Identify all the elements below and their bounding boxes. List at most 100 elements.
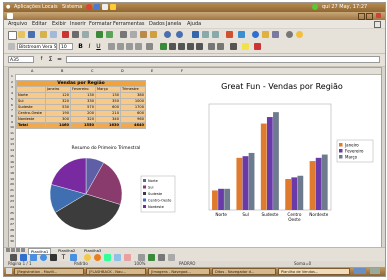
help-icon[interactable] (296, 31, 303, 38)
show-draw-functions-icon[interactable] (238, 31, 245, 38)
freeform-line-icon[interactable] (50, 254, 57, 261)
tab-planilha3[interactable]: Planilha3 (82, 248, 103, 253)
rectangle-tool-icon[interactable] (30, 254, 37, 261)
menu-system[interactable]: Sistema (62, 3, 82, 12)
menu-window[interactable]: Janela (166, 20, 181, 28)
styles-icon[interactable] (8, 43, 15, 50)
select-arrow-icon[interactable] (10, 254, 17, 261)
insert-chart-icon[interactable] (226, 31, 233, 38)
merge-cells-icon[interactable] (146, 43, 153, 50)
copy-icon[interactable] (130, 31, 137, 38)
column-letter[interactable]: A (31, 68, 33, 74)
sales-table[interactable]: Vendas por Região Janeiro Fevereiro Março T… (16, 80, 146, 129)
function-wizard-icon[interactable]: f (38, 56, 45, 63)
menu-view[interactable]: Exibir (52, 20, 66, 28)
decrease-indent-icon[interactable] (208, 43, 215, 50)
ellipse-tool-icon[interactable] (40, 254, 47, 261)
task-ditos[interactable]: Ditos - Navegador d... (212, 268, 276, 275)
symbol-shapes-icon[interactable] (94, 254, 101, 261)
formula-input[interactable] (66, 56, 380, 63)
previous-sheet-icon[interactable] (11, 248, 15, 252)
increase-indent-icon[interactable] (217, 43, 224, 50)
menu-applications[interactable]: Aplicações (14, 3, 41, 12)
column-letter[interactable]: F (181, 68, 183, 74)
justify-icon[interactable] (135, 43, 142, 50)
name-box[interactable]: A35 (8, 56, 34, 63)
paste-icon[interactable] (140, 31, 147, 38)
maximize-icon[interactable] (366, 13, 373, 20)
sort-descending-icon[interactable] (212, 31, 219, 38)
menu-places[interactable]: Locais (42, 3, 58, 12)
menu-help[interactable]: Ajuda (187, 20, 201, 28)
column-letter[interactable]: D (121, 68, 124, 74)
gallery-icon[interactable] (262, 31, 269, 38)
close-document-icon[interactable] (374, 21, 381, 28)
column-letter[interactable]: B (61, 68, 63, 74)
first-sheet-icon[interactable] (6, 248, 10, 252)
table-cell[interactable]: Total (16, 122, 46, 129)
italic-icon[interactable]: I (86, 43, 93, 50)
sort-ascending-icon[interactable] (202, 31, 209, 38)
menu-insert[interactable]: Inserir (70, 20, 86, 28)
basic-shapes-icon[interactable] (84, 254, 91, 261)
next-sheet-icon[interactable] (16, 248, 20, 252)
edit-file-icon[interactable] (50, 31, 57, 38)
underline-icon[interactable]: U (95, 43, 102, 50)
percent-format-icon[interactable] (169, 43, 176, 50)
task-registration[interactable]: [Registration - Mozill... (14, 268, 84, 275)
redo-icon[interactable] (176, 31, 183, 38)
menu-file[interactable]: Arquivo (8, 20, 27, 28)
data-sources-icon[interactable] (272, 31, 279, 38)
minimize-icon[interactable] (358, 13, 365, 20)
gnome-foot-icon[interactable]: ● (6, 3, 12, 12)
navigator-icon[interactable] (252, 31, 259, 38)
cut-icon[interactable] (120, 31, 127, 38)
menu-tools[interactable]: Ferramentas (113, 20, 145, 28)
spellcheck-icon[interactable] (96, 31, 103, 38)
line-tool-icon[interactable] (20, 254, 27, 261)
autospell-icon[interactable] (106, 31, 113, 38)
trash-icon[interactable] (370, 268, 380, 274)
network-icon[interactable] (312, 4, 318, 10)
show-desktop-icon[interactable] (6, 268, 12, 274)
table-cell[interactable]: 1630 (95, 122, 121, 129)
zoom-icon[interactable] (286, 31, 293, 38)
print-icon[interactable] (72, 31, 79, 38)
block-arrows-icon[interactable] (104, 254, 111, 261)
currency-format-icon[interactable] (160, 43, 167, 50)
tab-planilha2[interactable]: Planilha2 (56, 248, 77, 253)
add-decimal-icon[interactable] (187, 43, 194, 50)
open-folder-icon[interactable] (18, 31, 25, 38)
column-letter[interactable]: C (91, 68, 93, 74)
flowcharts-icon[interactable] (114, 254, 121, 261)
close-icon[interactable] (376, 13, 381, 18)
menu-edit[interactable]: Editar (32, 20, 47, 28)
new-document-icon[interactable] (8, 31, 17, 40)
clock[interactable]: qui 27 May, 17:27 (322, 3, 367, 12)
table-cell[interactable]: 1550 (70, 122, 96, 129)
callouts-icon[interactable] (70, 254, 77, 261)
background-color-icon[interactable] (242, 43, 249, 50)
print-preview-icon[interactable] (82, 31, 89, 38)
hyperlink-icon[interactable] (192, 31, 199, 38)
table-cell[interactable]: 4640 (120, 122, 146, 129)
align-center-icon[interactable] (117, 43, 124, 50)
mail-document-icon[interactable] (40, 31, 47, 38)
browser-launcher-icon[interactable] (86, 4, 92, 10)
column-letter[interactable]: E (151, 68, 153, 74)
from-file-icon[interactable] (158, 254, 165, 261)
row-number[interactable]: 30 (9, 239, 15, 245)
save-icon[interactable] (28, 31, 35, 38)
align-right-icon[interactable] (126, 43, 133, 50)
mail-launcher-icon[interactable] (94, 4, 100, 10)
font-name-select[interactable]: Bitstream Vera S (17, 43, 57, 50)
align-left-icon[interactable] (108, 43, 115, 50)
table-cell[interactable]: Centro-Oeste (16, 110, 46, 117)
text-tool-icon[interactable]: T (60, 254, 67, 261)
last-sheet-icon[interactable] (21, 248, 25, 252)
task-imagens[interactable]: [Imagens - Navegad... (148, 268, 210, 275)
menu-format[interactable]: Formatar (89, 20, 112, 28)
font-color-icon[interactable] (254, 43, 261, 50)
task-planilha[interactable]: Planilha de Vendas... (278, 268, 350, 275)
points-icon[interactable] (138, 254, 145, 261)
